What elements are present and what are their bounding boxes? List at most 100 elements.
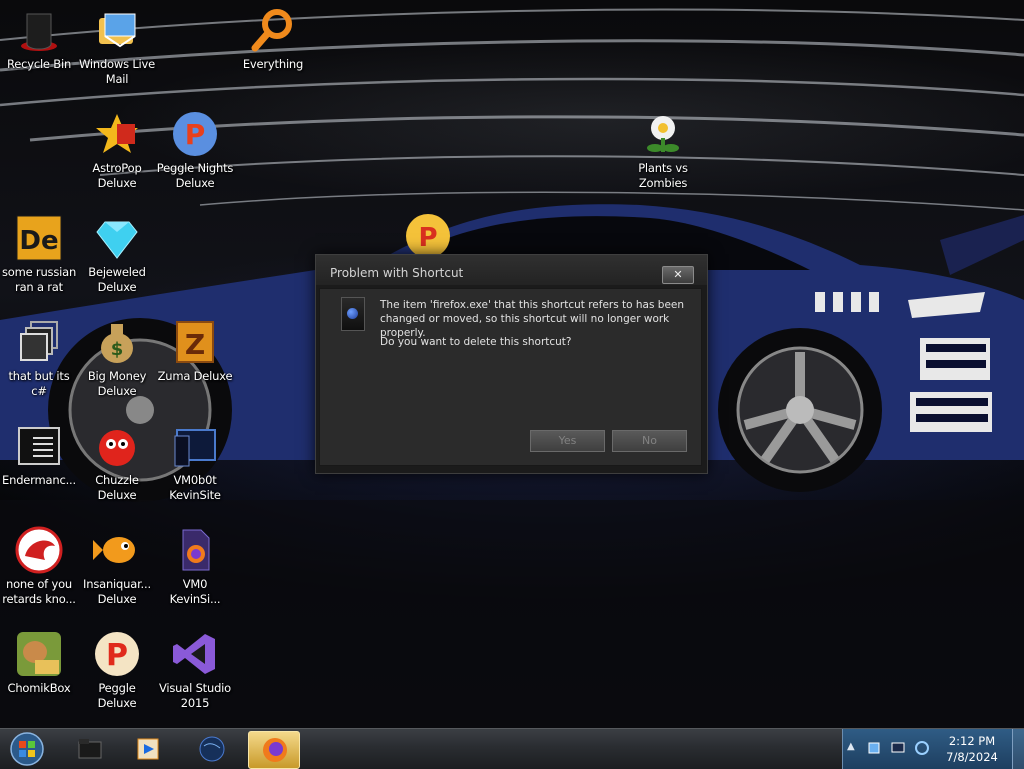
console-icon bbox=[15, 422, 63, 470]
notification-area[interactable]: ▲ 2:12 PM 7/8/2024 bbox=[842, 729, 1024, 769]
desktop-icon-that-but-its-csharp[interactable]: that but its c# bbox=[0, 312, 78, 412]
start-button[interactable] bbox=[2, 731, 52, 767]
icon-label: AstroPop Deluxe bbox=[92, 161, 142, 190]
plant-icon bbox=[639, 110, 687, 158]
start-orb-icon bbox=[10, 732, 44, 766]
taskbar[interactable]: ▲ 2:12 PM 7/8/2024 bbox=[0, 728, 1024, 769]
icon-label: some russian ran a rat bbox=[1, 265, 77, 294]
icon-label: Endermanc... bbox=[2, 473, 76, 487]
desktop-icon-astropop[interactable]: AstroPop Deluxe bbox=[78, 104, 156, 204]
taskbar-item-media-player[interactable] bbox=[122, 731, 172, 767]
icon-label: Big Money Deluxe bbox=[87, 369, 147, 398]
zuma-icon: Z bbox=[171, 318, 219, 366]
icon-label: Insaniquar... Deluxe bbox=[83, 577, 151, 606]
icon-label: Everything bbox=[242, 57, 304, 71]
car-spoiler bbox=[940, 215, 1024, 275]
yes-button[interactable]: Yes bbox=[530, 430, 605, 452]
icon-label: Peggle Nights Deluxe bbox=[156, 161, 234, 190]
icon-label: none of you retards kno... bbox=[2, 577, 76, 606]
clock-date: 7/8/2024 bbox=[946, 750, 998, 764]
desktop-icon-bejeweled[interactable]: Bejeweled Deluxe bbox=[78, 208, 156, 308]
desktop-icon-insaniquarium[interactable]: Insaniquar... Deluxe bbox=[78, 520, 156, 620]
peggle-icon: P bbox=[171, 110, 219, 158]
desktop[interactable]: P Recycle Bin Windows Live Mail Everythi… bbox=[0, 0, 1024, 728]
desktop-icon-visual-studio[interactable]: Visual Studio 2015 bbox=[156, 624, 234, 724]
chuzzle-icon bbox=[93, 422, 141, 470]
desktop-icon-peggle-deluxe[interactable]: P Peggle Deluxe bbox=[78, 624, 156, 724]
recycle-bin-icon bbox=[15, 6, 63, 54]
svg-text:De: De bbox=[19, 226, 58, 256]
svg-text:P: P bbox=[106, 638, 128, 673]
svg-text:$: $ bbox=[111, 339, 124, 360]
icon-label: Bejeweled Deluxe bbox=[88, 265, 146, 294]
desktop-icon-plants-vs-zombies[interactable]: Plants vs Zombies bbox=[624, 104, 702, 204]
desktop-icon-endermanc[interactable]: Endermanc... bbox=[0, 416, 78, 516]
icon-label: Chuzzle Deluxe bbox=[95, 473, 139, 502]
icon-label: Zuma Deluxe bbox=[157, 369, 233, 383]
desktop-icon-recycle-bin[interactable]: Recycle Bin bbox=[0, 0, 78, 100]
network-icon[interactable] bbox=[867, 741, 881, 755]
close-button[interactable]: ✕ bbox=[662, 266, 694, 284]
desktop-icon-some-russian[interactable]: De some russian ran a rat bbox=[0, 208, 78, 308]
icon-label: Recycle Bin bbox=[6, 57, 72, 71]
dialog-body: The item 'firefox.exe' that this shortcu… bbox=[319, 288, 702, 466]
icon-label: ChomikBox bbox=[7, 681, 71, 695]
taskbar-item-folder[interactable] bbox=[64, 731, 114, 767]
desktop-icon-zuma[interactable]: Z Zuma Deluxe bbox=[156, 312, 234, 412]
peggle-icon: P bbox=[93, 630, 141, 678]
ie-icon[interactable] bbox=[915, 741, 929, 755]
icon-label: VM0 KevinSi... bbox=[169, 577, 221, 606]
shortcut-problem-dialog[interactable]: Problem with Shortcut ✕ The item 'firefo… bbox=[315, 254, 708, 474]
icon-label: VM0b0t KevinSite bbox=[169, 473, 221, 502]
gem-icon bbox=[93, 214, 141, 262]
visual-studio-icon bbox=[171, 630, 219, 678]
desktop-icon-vm0-kevinsite[interactable]: VM0 KevinSi... bbox=[156, 520, 234, 620]
monitor-icon[interactable] bbox=[891, 741, 905, 755]
globe-icon bbox=[199, 736, 225, 762]
taskbar-item-browser[interactable] bbox=[186, 731, 236, 767]
icon-label: Peggle Deluxe bbox=[97, 681, 137, 710]
hamster-box-icon bbox=[15, 630, 63, 678]
taskbar-item-firefox[interactable] bbox=[248, 731, 300, 769]
terminal-icon bbox=[171, 422, 219, 470]
no-button[interactable]: No bbox=[612, 430, 687, 452]
firefox-icon bbox=[263, 738, 287, 762]
svg-text:P: P bbox=[418, 223, 437, 253]
astropop-icon bbox=[93, 110, 141, 158]
icon-label: that but its c# bbox=[8, 369, 70, 398]
desktop-icon-vm0b0t[interactable]: VM0b0t KevinSite bbox=[156, 416, 234, 516]
desktop-icon-chuzzle[interactable]: Chuzzle Deluxe bbox=[78, 416, 156, 516]
desktop-icon-everything[interactable]: Everything bbox=[234, 0, 312, 100]
svg-text:Z: Z bbox=[185, 328, 205, 361]
stacked-windows-icon bbox=[15, 318, 63, 366]
search-magnifier-icon bbox=[249, 6, 297, 54]
desktop-icon-windows-live-mail[interactable]: Windows Live Mail bbox=[78, 0, 156, 100]
dialog-question: Do you want to delete this shortcut? bbox=[380, 336, 572, 348]
de-app-icon: De bbox=[15, 214, 63, 262]
firefox-file-icon bbox=[171, 526, 219, 574]
fish-icon bbox=[93, 526, 141, 574]
desktop-icon-none-of-you[interactable]: none of you retards kno... bbox=[0, 520, 78, 620]
icon-label: Windows Live Mail bbox=[78, 57, 156, 86]
folder-icon bbox=[78, 739, 102, 759]
clock-time: 2:12 PM bbox=[948, 734, 996, 748]
close-icon: ✕ bbox=[673, 268, 683, 281]
dialog-title: Problem with Shortcut bbox=[330, 266, 464, 280]
desktop-icon-peggle-nights[interactable]: P Peggle Nights Deluxe bbox=[156, 104, 234, 204]
icon-label: Visual Studio 2015 bbox=[158, 681, 231, 710]
show-hidden-icons-button[interactable]: ▲ bbox=[847, 741, 855, 752]
money-bag-icon: $ bbox=[93, 318, 141, 366]
svg-text:P: P bbox=[185, 118, 206, 151]
desktop-icon-big-money[interactable]: $ Big Money Deluxe bbox=[78, 312, 156, 412]
show-desktop-button[interactable] bbox=[1012, 729, 1024, 769]
dragon-icon bbox=[15, 526, 63, 574]
media-player-icon bbox=[137, 738, 159, 760]
system-clock[interactable]: 2:12 PM 7/8/2024 bbox=[939, 733, 1005, 765]
dialog-titlebar[interactable]: Problem with Shortcut ✕ bbox=[316, 255, 707, 285]
mail-icon bbox=[93, 6, 141, 54]
desktop-icon-chomikbox[interactable]: ChomikBox bbox=[0, 624, 78, 724]
car-wheel-front bbox=[718, 328, 882, 492]
icon-label: Plants vs Zombies bbox=[638, 161, 688, 190]
dialog-message: The item 'firefox.exe' that this shortcu… bbox=[380, 299, 685, 339]
broken-shortcut-icon bbox=[341, 297, 365, 331]
